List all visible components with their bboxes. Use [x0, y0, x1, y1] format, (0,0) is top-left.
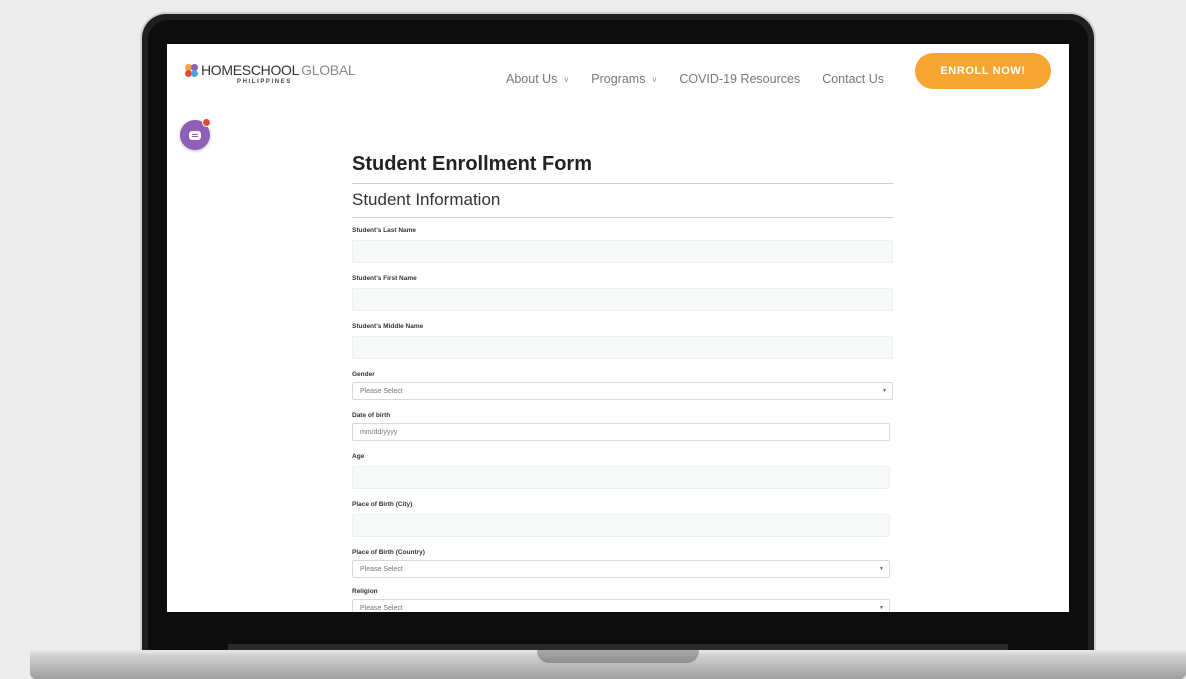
nav-contact-us[interactable]: Contact Us	[822, 72, 884, 86]
dob-placeholder: mm/dd/yyyy	[360, 428, 398, 436]
middle-name-label: Student's Middle Name	[352, 323, 424, 330]
logo-name-strong: HOMESCHOOL	[201, 62, 300, 78]
birth-country-selected-value: Please Select	[360, 565, 403, 573]
birth-city-label: Place of Birth (City)	[352, 501, 413, 508]
main-nav: About Us ∨ Programs ∨ COVID-19 Resources…	[506, 72, 906, 86]
first-name-input[interactable]	[352, 288, 893, 311]
age-label: Age	[352, 453, 365, 460]
chevron-down-icon: ∨	[563, 74, 570, 84]
birth-city-input[interactable]	[352, 514, 890, 537]
nav-covid-resources[interactable]: COVID-19 Resources	[679, 72, 800, 86]
nav-about-us[interactable]: About Us ∨	[506, 72, 569, 86]
middle-name-input[interactable]	[352, 336, 893, 359]
caret-down-icon: ▼	[882, 388, 887, 394]
section-title: Student Information	[352, 190, 893, 218]
religion-selected-value: Please Select	[360, 604, 403, 612]
chat-icon	[189, 130, 201, 140]
first-name-label: Student's First Name	[352, 275, 417, 282]
caret-down-icon: ▼	[879, 566, 884, 572]
notification-badge	[202, 118, 211, 127]
dob-label: Date of birth	[352, 412, 391, 419]
chat-widget-button[interactable]	[180, 118, 211, 150]
last-name-label: Student's Last Name	[352, 227, 417, 234]
enroll-now-button[interactable]: ENROLL NOW!	[915, 53, 1051, 89]
age-input[interactable]	[352, 466, 890, 489]
nav-label: Programs	[591, 72, 646, 86]
religion-select[interactable]: Please Select ▼	[352, 599, 890, 612]
religion-label: Religion	[352, 588, 378, 595]
enrollment-form: Student Enrollment Form Student Informat…	[352, 153, 893, 612]
birth-country-select[interactable]: Please Select ▼	[352, 560, 890, 578]
gender-selected-value: Please Select	[360, 387, 403, 395]
browser-screen: HOMESCHOOL GLOBAL PHILIPPINES About Us ∨…	[167, 44, 1069, 612]
nav-label: COVID-19 Resources	[679, 72, 801, 86]
form-title: Student Enrollment Form	[352, 153, 893, 184]
logo-name-light: GLOBAL	[301, 62, 356, 78]
birth-country-label: Place of Birth (Country)	[352, 549, 425, 556]
nav-programs[interactable]: Programs ∨	[591, 72, 657, 86]
last-name-input[interactable]	[352, 240, 893, 263]
dob-input[interactable]: mm/dd/yyyy	[352, 423, 890, 441]
gender-label: Gender	[352, 371, 375, 378]
chevron-down-icon: ∨	[651, 74, 658, 84]
nav-label: Contact Us	[822, 72, 885, 86]
logo-subtitle: PHILIPPINES	[237, 79, 292, 85]
logo-flower-icon	[185, 63, 198, 77]
laptop-notch	[537, 650, 699, 663]
nav-label: About Us	[506, 72, 558, 86]
gender-select[interactable]: Please Select ▼	[352, 382, 893, 400]
caret-down-icon: ▼	[879, 605, 884, 611]
site-logo[interactable]: HOMESCHOOL GLOBAL PHILIPPINES	[185, 62, 365, 92]
